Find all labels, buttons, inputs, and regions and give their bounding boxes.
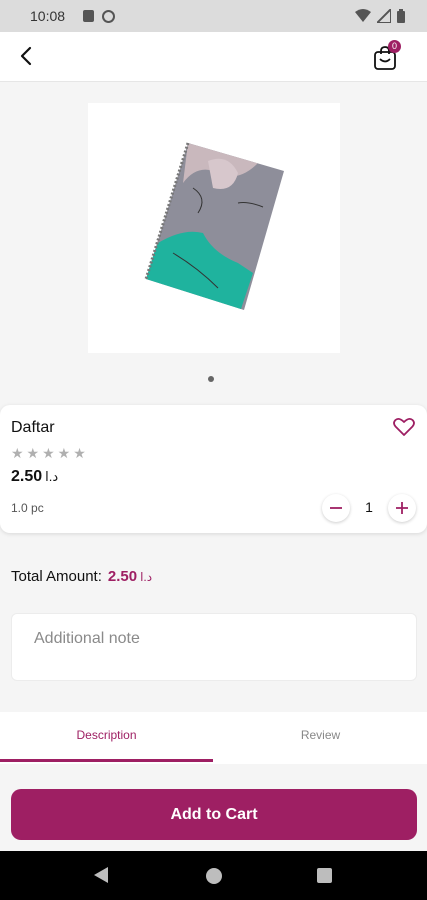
total-label: Total Amount:	[11, 568, 102, 585]
cart-button[interactable]: 0	[370, 40, 404, 74]
nav-back-icon[interactable]	[94, 867, 108, 883]
status-bar-left: 10:08	[30, 8, 116, 24]
product-image[interactable]	[88, 103, 340, 353]
gallery-page-dot	[208, 376, 214, 382]
tab-description[interactable]: Description	[0, 712, 213, 762]
rating-stars: ★★★★★	[11, 445, 89, 461]
battery-icon	[397, 9, 405, 23]
total-currency: د.ا	[140, 570, 153, 584]
tab-indicator	[0, 759, 213, 762]
back-button[interactable]	[14, 42, 38, 70]
product-name: Daftar	[11, 419, 55, 436]
nav-home-icon[interactable]	[206, 868, 222, 884]
increase-quantity-button[interactable]	[388, 494, 416, 522]
favorite-button[interactable]	[392, 415, 416, 439]
data-saver-icon	[102, 9, 116, 23]
quantity-stepper: 1	[322, 494, 418, 524]
additional-note-field[interactable]: Additional note	[11, 613, 417, 681]
total-value: 2.50	[107, 568, 138, 585]
price-currency: د.ا	[45, 469, 59, 484]
nav-recents-icon[interactable]	[317, 868, 332, 883]
app-bar: 0	[0, 32, 427, 82]
heart-icon	[393, 417, 415, 436]
cart-count-badge: 0	[388, 40, 401, 53]
wifi-icon	[355, 9, 371, 22]
product-price: 2.50 د.ا	[11, 468, 58, 486]
plus-icon	[396, 502, 408, 514]
status-time: 10:08	[30, 8, 66, 24]
decrease-quantity-button[interactable]	[322, 494, 350, 522]
back-arrow-icon	[20, 46, 32, 66]
total-amount: Total Amount: 2.50 د.ا	[11, 568, 152, 585]
tab-review[interactable]: Review	[214, 712, 427, 762]
minus-icon	[330, 507, 342, 509]
price-value: 2.50	[11, 468, 43, 485]
sim-icon	[83, 10, 95, 22]
status-bar: 10:08	[0, 0, 427, 32]
add-to-cart-button[interactable]: Add to Cart	[11, 789, 417, 840]
quantity-value: 1	[365, 499, 373, 515]
unit-label: 1.0 pc	[11, 501, 44, 515]
product-card: Daftar ★★★★★ 2.50 د.ا 1.0 pc 1	[0, 405, 427, 533]
system-nav-bar	[0, 851, 427, 900]
signal-icon	[377, 9, 391, 23]
detail-tabs: Description Review	[0, 712, 427, 764]
notebook-image	[144, 142, 284, 310]
status-bar-right	[355, 9, 405, 23]
